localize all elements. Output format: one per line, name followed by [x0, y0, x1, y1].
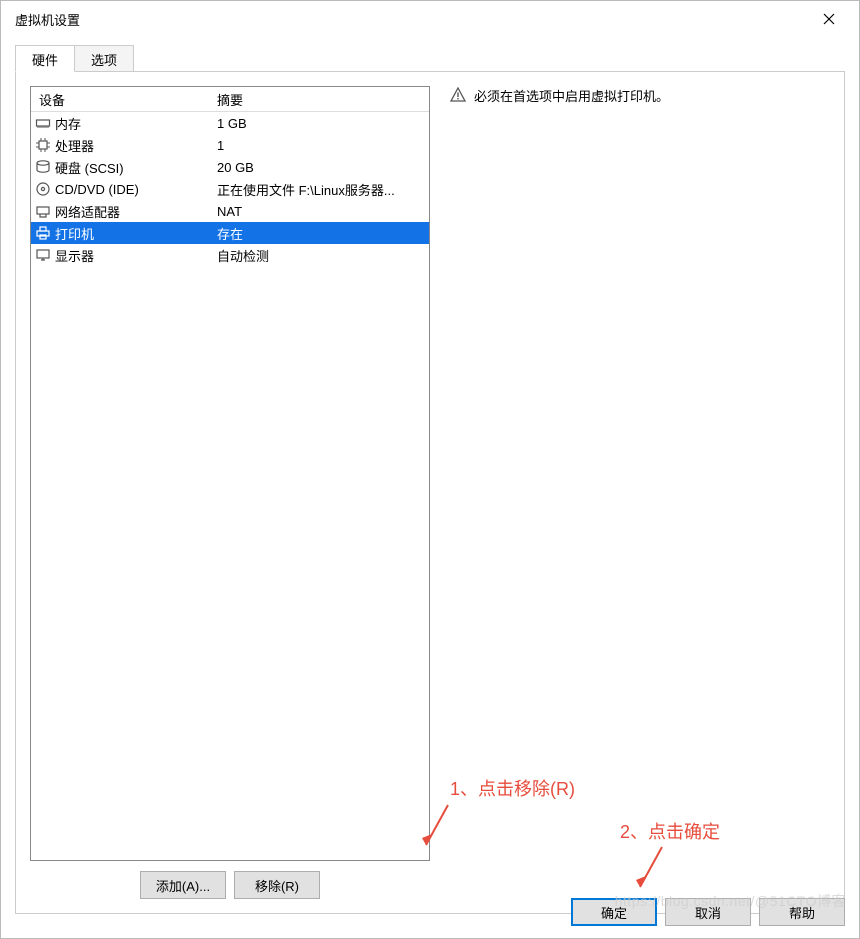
device-label: 硬盘 (SCSI) — [55, 158, 211, 177]
footer-buttons: 确定 取消 帮助 — [571, 898, 845, 926]
dialog-body: 硬件 选项 设备 摘要 内存1 GB处理器1硬盘 (SCSI)20 GBCD/D… — [1, 37, 859, 938]
dialog-title: 虚拟机设置 — [15, 10, 80, 29]
list-item[interactable]: 显示器自动检测 — [31, 244, 429, 266]
list-item[interactable]: 硬盘 (SCSI)20 GB — [31, 156, 429, 178]
ok-button[interactable]: 确定 — [571, 898, 657, 926]
remove-button[interactable]: 移除(R) — [234, 871, 320, 899]
display-icon — [35, 247, 51, 263]
help-button[interactable]: 帮助 — [759, 898, 845, 926]
device-label: 网络适配器 — [55, 202, 211, 221]
printer-icon — [35, 225, 51, 241]
list-item[interactable]: 网络适配器NAT — [31, 200, 429, 222]
device-summary: 自动检测 — [211, 246, 429, 265]
close-button[interactable] — [809, 4, 849, 34]
device-summary: 1 GB — [211, 116, 429, 131]
device-summary: 20 GB — [211, 160, 429, 175]
device-list[interactable]: 设备 摘要 内存1 GB处理器1硬盘 (SCSI)20 GBCD/DVD (ID… — [30, 86, 430, 861]
detail-pane: 必须在首选项中启用虚拟打印机。 — [430, 86, 830, 899]
device-label: 内存 — [55, 114, 211, 133]
device-summary: 正在使用文件 F:\Linux服务器... — [211, 180, 429, 199]
tab-hardware[interactable]: 硬件 — [15, 45, 75, 72]
info-message-row: 必须在首选项中启用虚拟打印机。 — [450, 86, 830, 105]
warning-icon — [450, 87, 466, 103]
device-label: CD/DVD (IDE) — [55, 182, 211, 197]
tab-options[interactable]: 选项 — [75, 45, 134, 71]
add-button[interactable]: 添加(A)... — [140, 871, 226, 899]
device-summary: 存在 — [211, 224, 429, 243]
device-summary: 1 — [211, 138, 429, 153]
tab-content: 设备 摘要 内存1 GB处理器1硬盘 (SCSI)20 GBCD/DVD (ID… — [15, 72, 845, 914]
list-item[interactable]: 打印机存在 — [31, 222, 429, 244]
header-summary: 摘要 — [211, 90, 429, 109]
list-buttons: 添加(A)... 移除(R) — [30, 871, 430, 899]
title-bar: 虚拟机设置 — [1, 1, 859, 37]
tab-bar: 硬件 选项 — [15, 45, 845, 72]
cd-icon — [35, 181, 51, 197]
nic-icon — [35, 203, 51, 219]
info-message-text: 必须在首选项中启用虚拟打印机。 — [474, 86, 669, 105]
vm-settings-dialog: 虚拟机设置 硬件 选项 设备 摘要 内存1 GB处理器1硬盘 (SCSI)20 … — [0, 0, 860, 939]
list-header: 设备 摘要 — [31, 87, 429, 112]
list-item[interactable]: CD/DVD (IDE)正在使用文件 F:\Linux服务器... — [31, 178, 429, 200]
cancel-button[interactable]: 取消 — [665, 898, 751, 926]
device-pane: 设备 摘要 内存1 GB处理器1硬盘 (SCSI)20 GBCD/DVD (ID… — [30, 86, 430, 899]
list-item[interactable]: 内存1 GB — [31, 112, 429, 134]
device-label: 打印机 — [55, 224, 211, 243]
device-summary: NAT — [211, 204, 429, 219]
close-icon — [823, 13, 835, 25]
device-label: 显示器 — [55, 246, 211, 265]
header-device: 设备 — [31, 90, 211, 109]
disk-icon — [35, 159, 51, 175]
list-item[interactable]: 处理器1 — [31, 134, 429, 156]
memory-icon — [35, 115, 51, 131]
cpu-icon — [35, 137, 51, 153]
device-label: 处理器 — [55, 136, 211, 155]
